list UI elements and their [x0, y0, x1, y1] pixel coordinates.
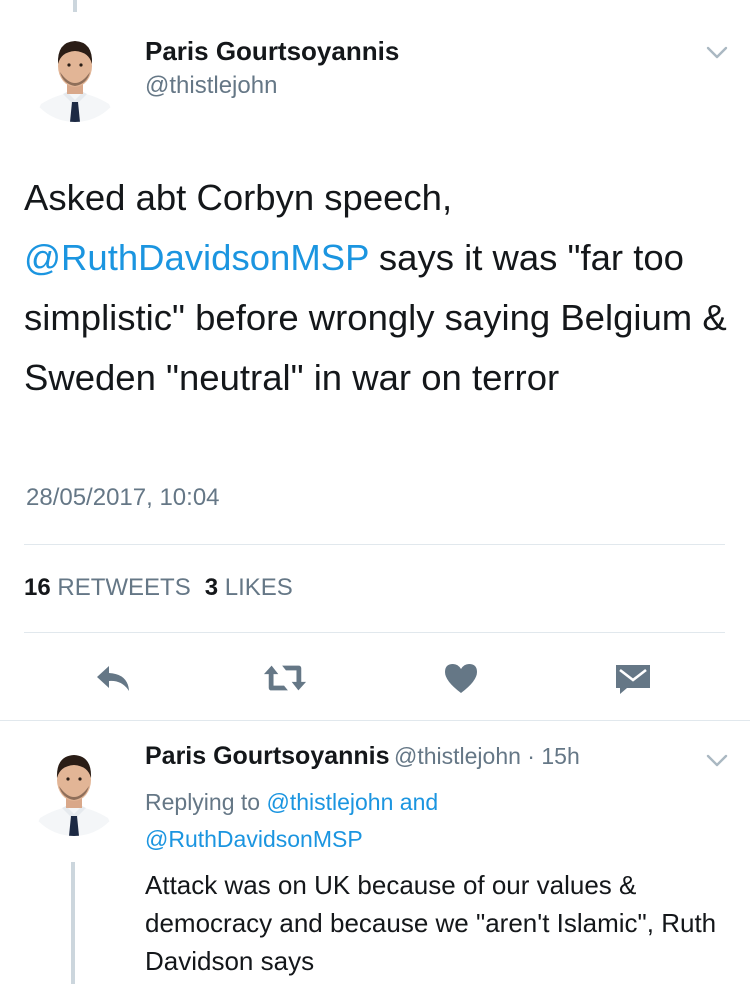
- reply-tweet-text: Attack was on UK because of our values &…: [145, 870, 717, 976]
- heart-icon: [445, 664, 477, 693]
- envelope-icon: [616, 665, 650, 694]
- reply-menu-button[interactable]: [706, 754, 728, 773]
- direct-message-button[interactable]: [611, 658, 655, 698]
- separator-dot: ·: [527, 743, 535, 769]
- divider: [24, 544, 725, 545]
- divider: [0, 720, 750, 721]
- tweet-text: Asked abt Corbyn speech, @RuthDavidsonMS…: [24, 168, 729, 408]
- reply-icon: [97, 666, 129, 691]
- reply-author-handle[interactable]: @thistlejohn: [394, 743, 521, 769]
- like-button[interactable]: [439, 658, 483, 698]
- replying-to: Replying to @thistlejohn and @RuthDavids…: [145, 784, 525, 858]
- retweets-label: RETWEETS: [57, 574, 191, 601]
- chevron-down-icon: [706, 754, 728, 767]
- avatar-image: [24, 736, 124, 836]
- reply-author-name[interactable]: Paris Gourtsoyannis: [145, 742, 390, 770]
- avatar-image: [25, 22, 125, 122]
- replying-mention-link[interactable]: @RuthDavidsonMSP: [145, 826, 363, 852]
- reply-time[interactable]: 15h: [541, 743, 579, 769]
- avatar[interactable]: [24, 736, 124, 836]
- divider: [24, 632, 725, 633]
- reply-header: Paris Gourtsoyannis @thistlejohn · 15h: [145, 742, 580, 771]
- avatar[interactable]: [25, 22, 125, 122]
- tweet-menu-button[interactable]: [706, 46, 728, 65]
- chevron-down-icon: [706, 46, 728, 59]
- reply-button[interactable]: [91, 658, 135, 698]
- tweet-stats: 16 RETWEETS 3 LIKES: [24, 574, 293, 602]
- likes-stat[interactable]: 3 LIKES: [205, 574, 293, 601]
- thread-line-top: [73, 0, 77, 12]
- mention-link[interactable]: @RuthDavidsonMSP: [24, 237, 369, 278]
- thread-line: [71, 862, 75, 984]
- tweet-text-part1: Asked abt Corbyn speech,: [24, 177, 453, 218]
- replying-and[interactable]: and: [400, 789, 438, 815]
- retweets-count: 16: [24, 574, 51, 601]
- replying-prefix: Replying to: [145, 789, 261, 815]
- likes-count: 3: [204, 574, 219, 601]
- author-handle[interactable]: @thistlejohn: [145, 72, 277, 100]
- retweet-button[interactable]: [263, 658, 307, 698]
- tweet-timestamp[interactable]: 28/05/2017, 10:04: [26, 484, 220, 512]
- retweets-stat[interactable]: 16 RETWEETS: [24, 574, 191, 601]
- replying-mention-link[interactable]: @thistlejohn: [266, 789, 393, 815]
- author-name[interactable]: Paris Gourtsoyannis: [145, 36, 399, 67]
- retweet-icon: [263, 665, 307, 691]
- likes-label: LIKES: [224, 574, 293, 601]
